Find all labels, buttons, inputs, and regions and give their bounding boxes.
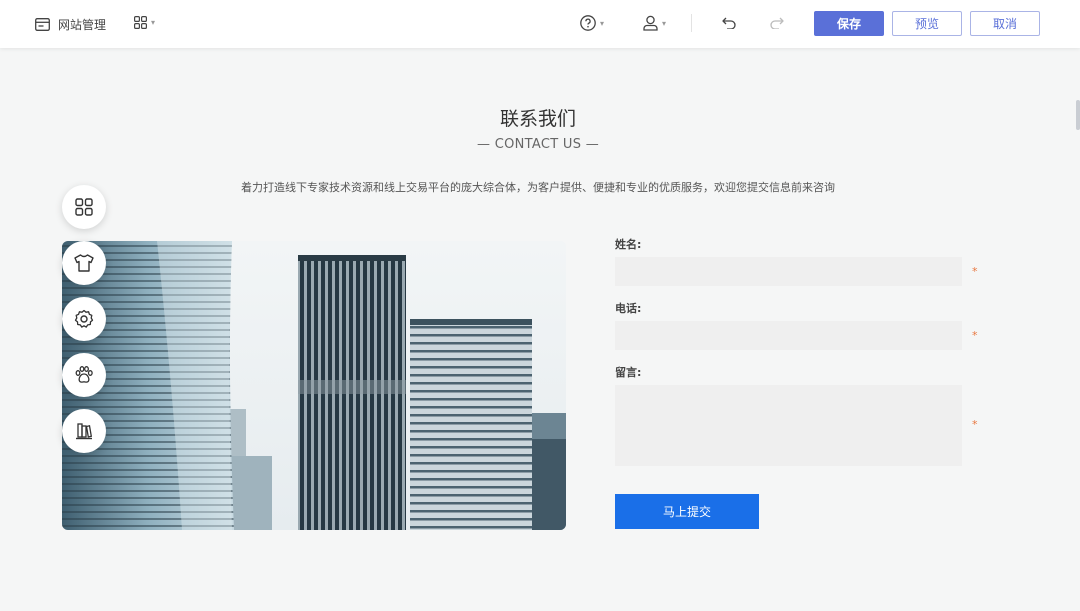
phone-input[interactable] <box>615 321 962 350</box>
phone-label: 电话: <box>615 302 642 315</box>
site-manage-menu[interactable]: 网站管理 <box>35 16 106 33</box>
section-subtitle: — CONTACT US — <box>476 137 599 152</box>
layout-tool-button[interactable] <box>62 185 106 229</box>
office-buildings-image <box>62 241 566 530</box>
name-required-mark: * <box>972 265 978 278</box>
message-textarea[interactable] <box>615 385 962 466</box>
cancel-button[interactable]: 取消 <box>970 11 1040 36</box>
grid-icon <box>75 198 93 216</box>
apps-grid-icon <box>134 16 147 29</box>
phone-required-mark: * <box>972 329 978 342</box>
message-label: 留言: <box>615 366 642 379</box>
scrollbar-thumb[interactable] <box>1076 100 1080 130</box>
apps-menu[interactable]: ▾ <box>134 16 155 29</box>
name-input[interactable] <box>615 257 962 286</box>
shirt-icon <box>74 254 94 272</box>
top-toolbar: 网站管理 ▾ ▾ ▾ 保存 预览 取消 <box>0 0 1080 48</box>
settings-icon <box>74 309 94 328</box>
preview-button[interactable]: 预览 <box>892 11 962 36</box>
save-button[interactable]: 保存 <box>814 11 884 36</box>
library-tool-button[interactable] <box>62 409 106 453</box>
chevron-down-icon: ▾ <box>151 18 156 27</box>
website-icon <box>35 18 50 31</box>
section-title: 联系我们 <box>499 108 576 130</box>
toolbar-divider <box>691 14 692 32</box>
undo-button[interactable] <box>722 17 736 29</box>
chevron-down-icon: ▾ <box>600 18 605 28</box>
name-label: 姓名: <box>615 238 642 251</box>
help-icon <box>580 15 596 31</box>
help-menu[interactable]: ▾ <box>580 15 604 31</box>
section-description: 着力打造线下专家技术资源和线上交易平台的庞大综合体，为客户提供、便捷和专业的优质… <box>241 181 835 194</box>
undo-icon <box>722 17 736 29</box>
books-icon <box>76 423 93 440</box>
theme-tool-button[interactable] <box>62 241 106 285</box>
site-manage-label: 网站管理 <box>58 18 107 32</box>
user-icon <box>643 15 658 31</box>
redo-icon <box>770 17 784 29</box>
redo-button[interactable] <box>770 17 784 29</box>
user-menu[interactable]: ▾ <box>643 15 666 31</box>
settings-tool-button[interactable] <box>62 297 106 341</box>
message-required-mark: * <box>972 418 978 431</box>
submit-button[interactable]: 马上提交 <box>615 494 759 529</box>
chevron-down-icon: ▾ <box>662 18 667 28</box>
plugin-tool-button[interactable] <box>62 353 106 397</box>
paw-icon <box>75 366 93 383</box>
